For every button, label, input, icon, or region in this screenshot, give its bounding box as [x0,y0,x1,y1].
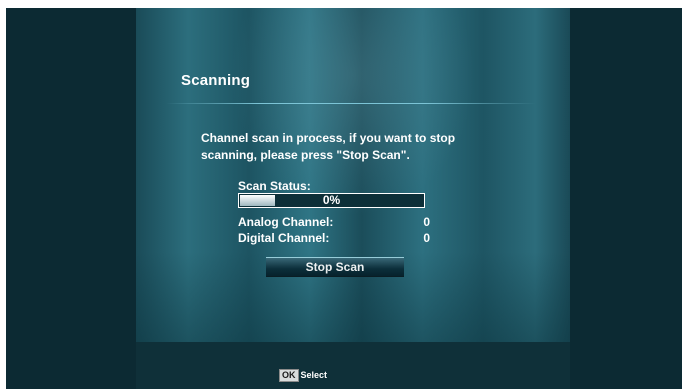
footer-select-label: Select [300,370,328,380]
ok-key-icon: OK [279,368,299,382]
analog-channel-row: Analog Channel: 0 [238,215,430,229]
scanning-dialog: Scanning Channel scan in process, if you… [136,8,570,342]
footer-hint: OK Select [279,368,328,382]
scan-progress-percent: 0% [322,193,341,207]
tv-screen: Scanning Channel scan in process, if you… [6,8,682,389]
scan-message: Channel scan in process, if you want to … [201,131,456,162]
scan-progress-bar: 0% [238,193,425,208]
stop-scan-button[interactable]: Stop Scan [266,257,404,277]
digital-channel-count: 0 [423,231,430,245]
title-divider [166,103,536,104]
digital-channel-row: Digital Channel: 0 [238,231,430,245]
analog-channel-label: Analog Channel: [238,215,334,229]
dialog-title: Scanning [181,72,251,89]
right-margin [570,8,682,389]
digital-channel-label: Digital Channel: [238,231,330,245]
analog-channel-count: 0 [423,215,430,229]
left-margin [6,8,136,389]
scan-status-label: Scan Status: [238,179,311,193]
